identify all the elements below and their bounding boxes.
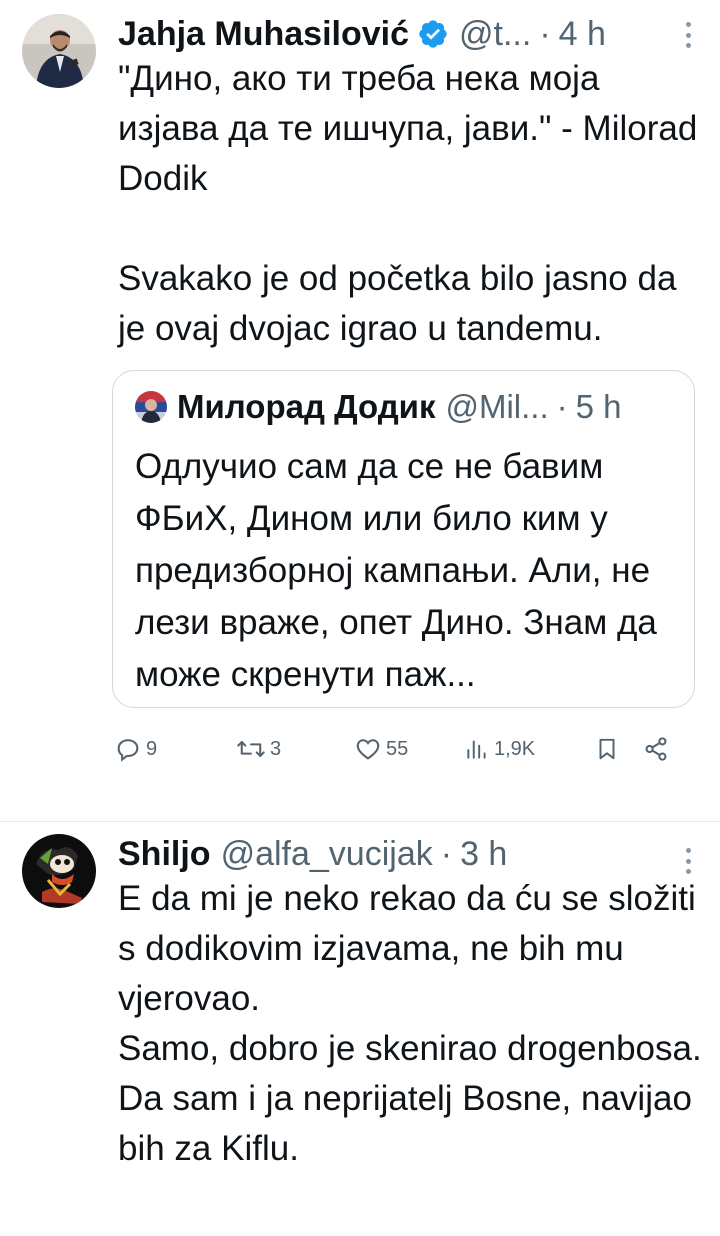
like-count: 55 xyxy=(386,737,409,760)
author-avatar[interactable] xyxy=(22,834,96,908)
author-name[interactable]: Shiljo xyxy=(118,834,211,874)
quoted-tweet-header: Милорад Додик @Mil... · 5 h xyxy=(135,387,672,427)
bookmark-icon xyxy=(594,735,620,763)
tweet-time[interactable]: 3 h xyxy=(460,834,507,874)
tweet-content: Shiljo @alfa_vucijak · 3 h E da mi je ne… xyxy=(98,834,704,1236)
bookmark-button[interactable] xyxy=(594,735,642,763)
separator-dot: · xyxy=(539,15,551,53)
author-handle[interactable]: @t... xyxy=(459,14,531,54)
avatar-column xyxy=(22,14,98,821)
more-options-icon[interactable] xyxy=(684,22,692,48)
quoted-tweet-time: 5 h xyxy=(575,388,622,425)
share-icon xyxy=(642,735,670,763)
reply-button[interactable]: 9 xyxy=(114,735,236,763)
separator-dot: · xyxy=(556,388,568,425)
author-name[interactable]: Jahja Muhasilović xyxy=(118,14,409,54)
views-icon xyxy=(464,735,490,763)
repost-count: 3 xyxy=(270,737,282,760)
author-avatar[interactable] xyxy=(22,14,96,88)
tweet-time[interactable]: 4 h xyxy=(559,14,606,54)
repost-button[interactable]: 3 xyxy=(236,735,354,763)
tweet-header: Jahja Muhasilović @t... · 4 h xyxy=(118,14,704,54)
tweet-content: Jahja Muhasilović @t... · 4 h "Дино, ако… xyxy=(98,14,704,821)
views-count: 1,9K xyxy=(494,737,536,760)
views-button[interactable]: 1,9K xyxy=(464,735,594,763)
quoted-author-handle: @Mil... xyxy=(445,388,549,425)
share-button[interactable] xyxy=(642,735,670,763)
tweet-header: Shiljo @alfa_vucijak · 3 h xyxy=(118,834,704,874)
tweet-text: "Дино, ако ти треба нека моја изјава да … xyxy=(118,59,698,348)
quoted-author-name: Милорад Додик xyxy=(177,388,436,425)
reply-icon xyxy=(114,735,142,763)
more-options-icon[interactable] xyxy=(684,848,692,874)
quoted-author-avatar xyxy=(135,391,167,423)
tweet-2[interactable]: Shiljo @alfa_vucijak · 3 h E da mi je ne… xyxy=(0,822,720,1236)
heart-icon xyxy=(354,735,382,763)
repost-icon xyxy=(236,735,266,763)
tweet-1[interactable]: Jahja Muhasilović @t... · 4 h "Дино, ако… xyxy=(0,0,720,822)
verified-badge-icon xyxy=(417,18,449,50)
like-button[interactable]: 55 xyxy=(354,735,464,763)
tweet-text: E da mi je neko rekao da ću se složiti s… xyxy=(118,879,702,1168)
avatar-column xyxy=(22,834,98,1236)
tweet-actions: 9 3 55 1,9K xyxy=(114,734,704,764)
reply-count: 9 xyxy=(146,737,158,760)
quoted-tweet-text: Одлучио сам да се не бавим ФБиХ, Дином и… xyxy=(135,447,667,694)
author-handle[interactable]: @alfa_vucijak xyxy=(221,834,433,874)
separator-dot: · xyxy=(440,835,453,873)
quoted-tweet[interactable]: Милорад Додик @Mil... · 5 h Одлучио сам … xyxy=(112,370,695,708)
